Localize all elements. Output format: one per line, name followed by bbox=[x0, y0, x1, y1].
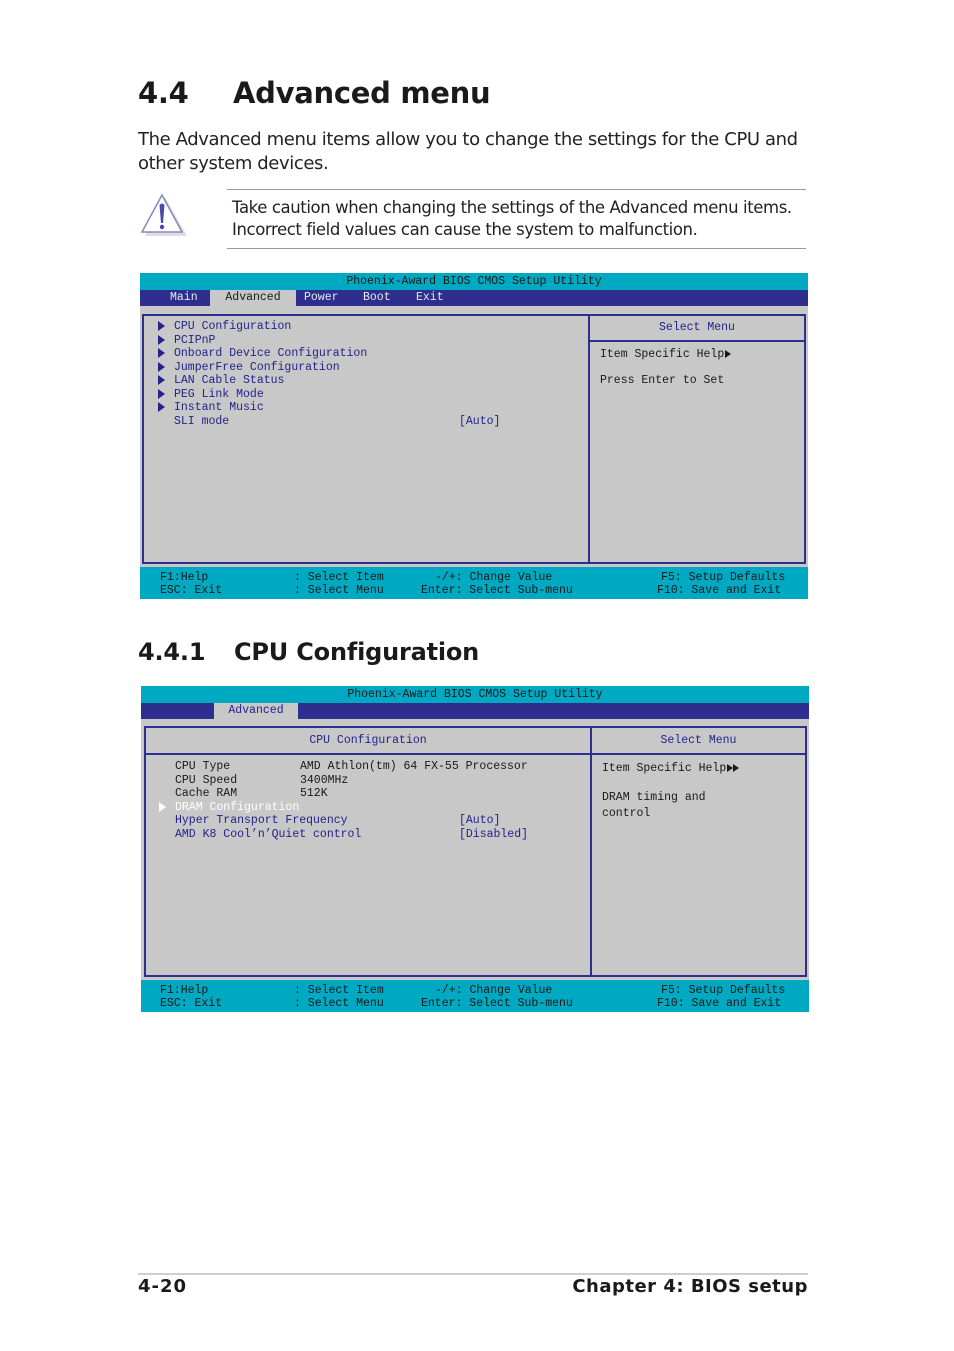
menu-item-dram-configuration[interactable]: DRAM Configuration bbox=[175, 801, 299, 814]
bios-menubar: Advanced bbox=[141, 703, 809, 719]
menu-item-hyper-transport[interactable]: Hyper Transport Frequency bbox=[175, 814, 348, 827]
menu-advanced[interactable]: Advanced bbox=[210, 290, 296, 306]
help-title: Select Menu bbox=[660, 734, 737, 747]
menu-item-pcipnp[interactable]: PCIPnP bbox=[174, 334, 215, 347]
info-label-cpu-speed: CPU Speed bbox=[175, 774, 238, 787]
bios-title: Phoenix-Award BIOS CMOS Setup Utility bbox=[141, 686, 809, 703]
menu-item-jumperfree[interactable]: JumperFree Configuration bbox=[174, 361, 340, 374]
menu-item-peg-link-mode[interactable]: PEG Link Mode bbox=[174, 388, 264, 401]
sli-mode-value[interactable]: [Auto] bbox=[459, 415, 500, 428]
item-specific-help-label: Item Specific Help bbox=[602, 762, 727, 775]
bios-body: CPU Configuration CPU Type AMD Athlon(tm… bbox=[141, 719, 809, 980]
menu-item-sli-mode[interactable]: SLI mode bbox=[174, 415, 229, 428]
help-divider bbox=[592, 753, 805, 755]
submenu-arrow-icon bbox=[158, 321, 165, 331]
submenu-arrow-icon bbox=[158, 362, 165, 372]
caution-note: Take caution when changing the settings … bbox=[232, 198, 792, 239]
chapter-title: Chapter 4: BIOS setup bbox=[572, 1276, 808, 1297]
subsection-title: CPU Configuration bbox=[234, 638, 480, 666]
menu-exit[interactable]: Exit bbox=[408, 290, 452, 306]
help-text: Press Enter to Set bbox=[600, 374, 725, 387]
bios-title: Phoenix-Award BIOS CMOS Setup Utility bbox=[140, 273, 808, 290]
page-number: 4-20 bbox=[138, 1276, 188, 1297]
menu-boot[interactable]: Boot bbox=[355, 290, 399, 306]
subsection-heading: 4.4.1 CPU Configuration bbox=[138, 638, 479, 666]
items-pane: CPU Configuration PCIPnP Onboard Device … bbox=[142, 314, 590, 564]
bios-menubar: Main Advanced Power Boot Exit bbox=[140, 290, 808, 306]
section-heading: 4.4 Advanced menu bbox=[138, 76, 491, 110]
submenu-arrow-icon bbox=[158, 375, 165, 385]
menu-item-onboard-device[interactable]: Onboard Device Configuration bbox=[174, 347, 367, 360]
info-label-cpu-type: CPU Type bbox=[175, 760, 231, 773]
submenu-arrow-icon bbox=[158, 402, 165, 412]
menu-item-cpu-configuration[interactable]: CPU Configuration bbox=[174, 320, 291, 333]
arrow-right-icon bbox=[725, 349, 732, 358]
note-bottom-rule bbox=[227, 248, 806, 249]
pane-title: CPU Configuration bbox=[309, 734, 427, 747]
key-f10-save-exit: F10: Save and Exit bbox=[657, 584, 782, 597]
key-legend: F1:Help ESC: Exit : Select Item : Select… bbox=[141, 980, 809, 1012]
footer-rule bbox=[138, 1273, 808, 1275]
help-text-line1: DRAM timing and bbox=[602, 791, 706, 804]
item-specific-help-label: Item Specific Help bbox=[600, 348, 725, 361]
menu-item-lan-cable-status[interactable]: LAN Cable Status bbox=[174, 374, 284, 387]
key-esc-exit: ESC: Exit bbox=[160, 997, 223, 1010]
help-pane: Select Menu Item Specific Help DRAM timi… bbox=[590, 726, 807, 977]
subsection-number: 4.4.1 bbox=[138, 638, 206, 666]
key-f10-save-exit: F10: Save and Exit bbox=[657, 997, 782, 1010]
submenu-arrow-icon bbox=[159, 802, 166, 812]
key-f5-defaults: F5: Setup Defaults bbox=[661, 984, 786, 997]
key-change-value: -/+: Change Value bbox=[435, 984, 553, 997]
note-top-rule bbox=[227, 189, 806, 190]
pane-divider bbox=[146, 753, 590, 755]
info-label-cache-ram: Cache RAM bbox=[175, 787, 238, 800]
help-divider bbox=[590, 340, 804, 342]
double-arrow-right-icon bbox=[733, 763, 740, 772]
help-text-line2: control bbox=[602, 807, 651, 820]
hyper-transport-value[interactable]: [Auto] bbox=[459, 814, 500, 827]
section-number: 4.4 bbox=[138, 76, 189, 110]
info-value-cache-ram: 512K bbox=[300, 787, 328, 800]
key-select-item: : Select Item bbox=[294, 984, 384, 997]
key-enter-submenu: Enter: Select Sub-menu bbox=[421, 584, 573, 597]
key-select-item: : Select Item bbox=[294, 571, 384, 584]
info-value-cpu-type: AMD Athlon(tm) 64 FX-55 Processor bbox=[300, 760, 528, 773]
bios-screen-advanced: Phoenix-Award BIOS CMOS Setup Utility Ma… bbox=[140, 273, 808, 599]
section-title: Advanced menu bbox=[233, 76, 491, 110]
section-intro: The Advanced menu items allow you to cha… bbox=[138, 129, 798, 174]
key-f1-help: F1:Help bbox=[160, 571, 209, 584]
key-esc-exit: ESC: Exit bbox=[160, 584, 223, 597]
key-select-menu: : Select Menu bbox=[294, 997, 384, 1010]
item-specific-help: Item Specific Help bbox=[600, 348, 732, 361]
key-enter-submenu: Enter: Select Sub-menu bbox=[421, 997, 573, 1010]
bios-body: CPU Configuration PCIPnP Onboard Device … bbox=[140, 306, 808, 567]
key-change-value: -/+: Change Value bbox=[435, 571, 553, 584]
items-pane: CPU Configuration CPU Type AMD Athlon(tm… bbox=[144, 726, 592, 977]
submenu-arrow-icon bbox=[158, 389, 165, 399]
key-f5-defaults: F5: Setup Defaults bbox=[661, 571, 786, 584]
key-f1-help: F1:Help bbox=[160, 984, 209, 997]
help-title: Select Menu bbox=[659, 321, 735, 334]
item-specific-help: Item Specific Help bbox=[602, 762, 740, 775]
menu-advanced[interactable]: Advanced bbox=[214, 703, 298, 719]
bios-screen-cpu-configuration: Phoenix-Award BIOS CMOS Setup Utility Ad… bbox=[141, 686, 809, 1012]
info-value-cpu-speed: 3400MHz bbox=[300, 774, 349, 787]
help-pane: Select Menu Item Specific Help Press Ent… bbox=[588, 314, 806, 564]
menu-power[interactable]: Power bbox=[296, 290, 347, 306]
warning-icon bbox=[140, 192, 190, 238]
menu-main[interactable]: Main bbox=[162, 290, 206, 306]
cool-n-quiet-value[interactable]: [Disabled] bbox=[459, 828, 528, 841]
key-legend: F1:Help ESC: Exit : Select Item : Select… bbox=[140, 567, 808, 599]
menu-item-cool-n-quiet[interactable]: AMD K8 Cool’n’Quiet control bbox=[175, 828, 361, 841]
submenu-arrow-icon bbox=[158, 348, 165, 358]
submenu-arrow-icon bbox=[158, 335, 165, 345]
key-select-menu: : Select Menu bbox=[294, 584, 384, 597]
menu-item-instant-music[interactable]: Instant Music bbox=[174, 401, 264, 414]
